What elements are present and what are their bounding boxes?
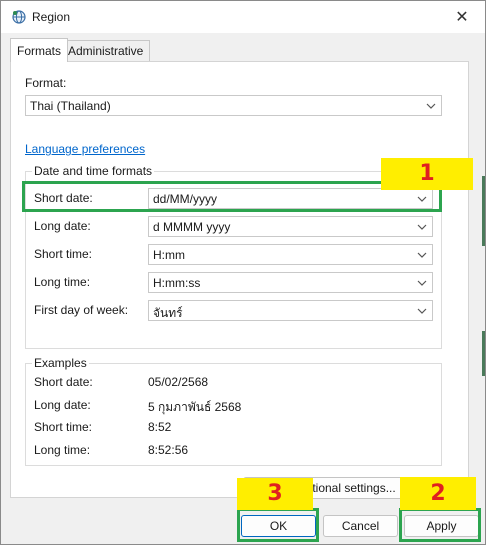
example-long-time-label: Long time: [34,443,91,457]
ok-highlight [237,508,319,542]
format-select[interactable]: Thai (Thailand) [25,95,442,116]
long-date-value: d MMMM yyyy [153,220,231,234]
long-time-label: Long time: [34,275,91,289]
long-date-label: Long date: [34,219,91,233]
short-time-select[interactable]: H:mm [148,244,433,265]
chevron-down-icon [424,99,438,113]
annotation-badge-3: 3 [237,478,313,510]
first-day-of-week-select[interactable]: จันทร์ [148,300,433,321]
short-time-value: H:mm [153,248,185,262]
example-short-time-label: Short time: [34,420,93,434]
tab-formats[interactable]: Formats [10,38,69,62]
window-title: Region [32,10,71,24]
window-edge-strip [482,331,485,376]
example-short-date-value: 05/02/2568 [148,375,209,389]
long-date-select[interactable]: d MMMM yyyy [148,216,433,237]
examples-title: Examples [32,356,89,370]
apply-highlight [399,508,481,542]
example-long-date-value: 5 กุมภาพันธ์ 2568 [148,400,242,414]
chevron-down-icon [415,248,429,262]
example-short-date-label: Short date: [34,375,93,389]
short-time-label: Short time: [34,247,93,261]
window-edge-strip [482,176,485,246]
chevron-down-icon [415,304,429,318]
region-globe-icon [11,9,27,25]
chevron-down-icon [415,220,429,234]
long-time-value: H:mm:ss [153,276,201,290]
example-long-time-value: 8:52:56 [148,443,189,457]
close-button[interactable]: ✕ [439,1,485,33]
cancel-button[interactable]: Cancel [323,515,398,537]
datetime-group-title: Date and time formats [32,164,155,178]
first-day-of-week-value: จันทร์ [153,306,183,320]
example-long-date-label: Long date: [34,398,91,412]
short-date-highlight [22,181,442,212]
annotation-badge-2: 2 [400,477,476,510]
language-preferences-link[interactable]: Language preferences [25,142,145,156]
formats-panel: Format: Thai (Thailand) Language prefere… [10,61,469,499]
long-time-select[interactable]: H:mm:ss [148,272,433,293]
chevron-down-icon [415,276,429,290]
region-dialog: Region ✕ Formats Administrative Format: … [0,0,486,545]
example-short-time-value: 8:52 [148,420,172,434]
annotation-badge-1: 1 [381,158,473,190]
title-bar: Region ✕ [1,1,485,33]
first-day-of-week-label: First day of week: [34,303,129,317]
format-label: Format: [25,76,67,90]
close-icon: ✕ [455,9,469,26]
tab-administrative[interactable]: Administrative [61,40,151,62]
format-value: Thai (Thailand) [30,99,111,113]
